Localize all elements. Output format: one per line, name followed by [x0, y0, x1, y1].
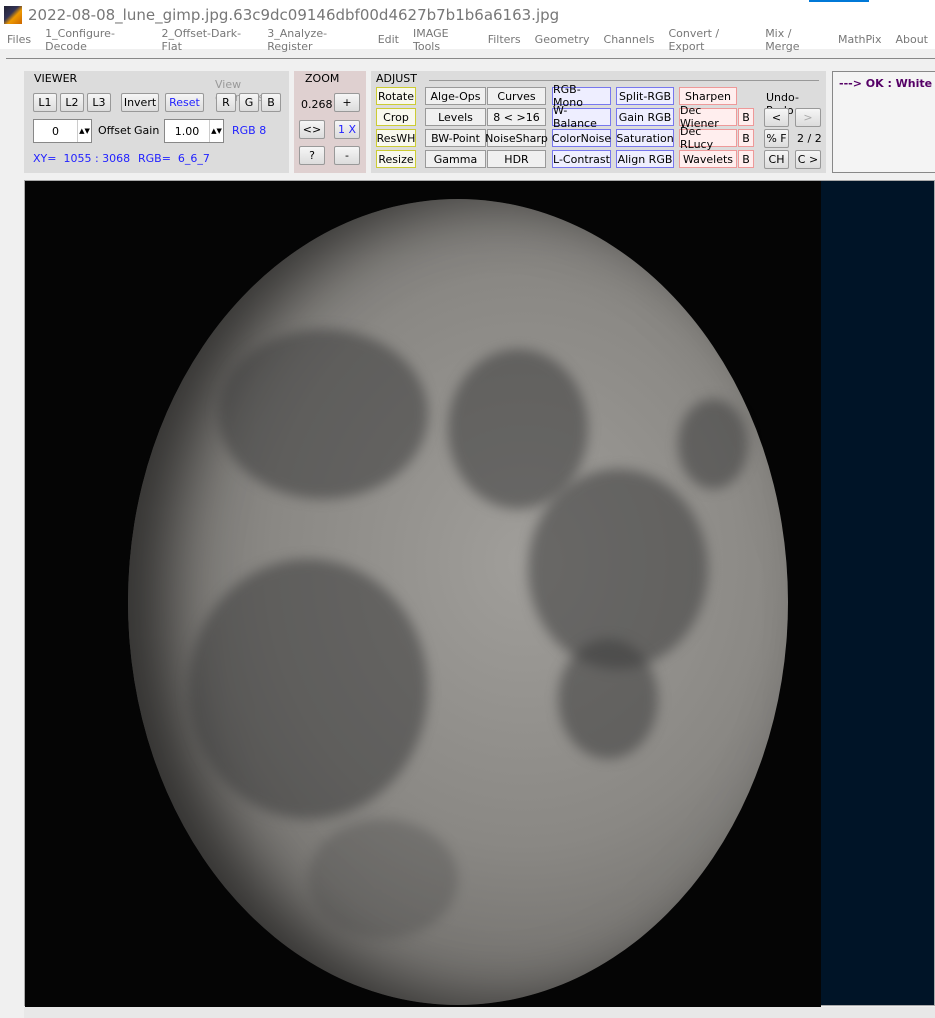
adjust-title: ADJUST	[376, 72, 417, 85]
title-bar: 2022-08-08_lune_gimp.jpg.63c9dc09146dbf0…	[0, 0, 935, 30]
split-rgb-button[interactable]: Split-RGB	[616, 87, 674, 105]
rgb-readout: RGB= 6_6_7	[138, 152, 210, 165]
channel-g-button[interactable]: G	[239, 93, 259, 112]
zoom-help-button[interactable]: ?	[299, 146, 325, 165]
offset-stepper[interactable]: 0 ▲▼	[33, 119, 92, 143]
viewer-title: VIEWER	[34, 72, 78, 85]
8-16-button[interactable]: 8 < >16	[487, 108, 546, 126]
menu-geometry[interactable]: Geometry	[535, 33, 590, 46]
invert-button[interactable]: Invert	[121, 93, 159, 112]
app-icon	[4, 6, 22, 24]
gain-rgb-button[interactable]: Gain RGB	[616, 108, 674, 126]
xy-readout: XY= 1055 : 3068	[33, 152, 131, 165]
gamma-button[interactable]: Gamma	[425, 150, 486, 168]
wiener-b-button[interactable]: B	[738, 108, 754, 126]
w-balance-button[interactable]: W-Balance	[552, 104, 611, 130]
window-title: 2022-08-08_lune_gimp.jpg.63c9dc09146dbf0…	[28, 6, 560, 24]
menu-3-analyze-register[interactable]: 3_Analyze-Register	[267, 27, 363, 53]
gain-value: 1.00	[174, 124, 200, 138]
rotate-button[interactable]: Rotate	[376, 87, 416, 105]
menu-convert-export[interactable]: Convert / Export	[668, 27, 751, 53]
menu-about[interactable]: About	[895, 33, 928, 46]
reset-button[interactable]: Reset	[165, 93, 204, 112]
gain-stepper[interactable]: 1.00 ▲▼	[164, 119, 224, 143]
alge-ops-button[interactable]: Alge-Ops	[425, 87, 486, 105]
menu-filters[interactable]: Filters	[488, 33, 521, 46]
image-canvas[interactable]	[25, 181, 821, 1007]
c-next-button[interactable]: C >	[795, 150, 821, 169]
ch-button[interactable]: CH	[764, 150, 789, 169]
stepper-arrows-icon[interactable]: ▲▼	[209, 120, 223, 142]
undo-counter: 2 / 2	[797, 132, 822, 145]
channel-r-button[interactable]: R	[216, 93, 236, 112]
wavelets-b-button[interactable]: B	[738, 150, 754, 168]
menu-mathpix[interactable]: MathPix	[838, 33, 881, 46]
channel-b-button[interactable]: B	[261, 93, 281, 112]
offset-label: Offset	[98, 124, 132, 137]
l-contrast-button[interactable]: L-Contrast	[552, 150, 611, 168]
menu-files[interactable]: Files	[7, 33, 31, 46]
sharpen-button[interactable]: Sharpen	[679, 87, 737, 105]
divider	[6, 58, 935, 59]
adjust-panel: ADJUST Undo-Redo B B B < > % F 2 / 2 CH …	[371, 71, 826, 173]
menu-channels[interactable]: Channels	[604, 33, 655, 46]
l1-button[interactable]: L1	[33, 93, 57, 112]
zoom-out-button[interactable]: -	[334, 146, 360, 165]
offset-value: 0	[52, 124, 59, 138]
zoom-panel: ZOOM 0.268 + <> 1 X ? -	[294, 71, 366, 173]
levels-button[interactable]: Levels	[425, 108, 486, 126]
moon-image	[128, 199, 788, 1005]
rlucy-b-button[interactable]: B	[738, 129, 754, 147]
zoom-in-button[interactable]: +	[334, 93, 360, 112]
l2-button[interactable]: L2	[60, 93, 84, 112]
menu-2-offset-dark-flat[interactable]: 2_Offset-Dark-Flat	[161, 27, 253, 53]
curves-button[interactable]: Curves	[487, 87, 546, 105]
dec-wiener-button[interactable]: Dec Wiener	[679, 104, 737, 130]
dec-rlucy-button[interactable]: Dec RLucy	[679, 125, 737, 151]
percent-f-button[interactable]: % F	[764, 129, 789, 148]
wavelets-button[interactable]: Wavelets	[679, 150, 737, 168]
zoom-1x-button[interactable]: 1 X	[334, 120, 360, 139]
align-rgb-button[interactable]: Align RGB	[616, 150, 674, 168]
bw-point-button[interactable]: BW-Point	[425, 129, 486, 147]
resize-button[interactable]: Resize	[376, 150, 416, 168]
rgb-mode-label: RGB 8	[232, 124, 267, 137]
menu-1-configure-decode[interactable]: 1_Configure-Decode	[45, 27, 147, 53]
colornoise-button[interactable]: ColorNoise	[552, 129, 611, 147]
stepper-arrows-icon[interactable]: ▲▼	[77, 120, 91, 142]
menu-image-tools[interactable]: IMAGE Tools	[413, 27, 474, 53]
horizontal-scrollbar[interactable]	[24, 1007, 935, 1018]
status-message: ---> OK : White B	[832, 71, 935, 173]
zoom-value: 0.268	[301, 98, 333, 111]
undo-button[interactable]: <	[764, 108, 789, 127]
hdr-button[interactable]: HDR	[487, 150, 546, 168]
redo-button[interactable]: >	[795, 108, 821, 127]
reswh-button[interactable]: ResWH	[376, 129, 416, 147]
window-accent	[809, 0, 869, 2]
viewer-panel: VIEWER View channels L1 L2 L3 Invert Res…	[24, 71, 289, 173]
menu-mix-merge[interactable]: Mix / Merge	[765, 27, 824, 53]
noisesharp-button[interactable]: NoiseSharp	[485, 129, 548, 147]
menu-edit[interactable]: Edit	[378, 33, 399, 46]
crop-button[interactable]: Crop	[376, 108, 416, 126]
zoom-fit-button[interactable]: <>	[299, 120, 325, 139]
zoom-title: ZOOM	[305, 72, 340, 85]
rgb-mono-button[interactable]: RGB-Mono	[552, 83, 611, 109]
image-viewport[interactable]	[24, 180, 935, 1007]
saturation-button[interactable]: Saturation	[616, 129, 674, 147]
divider	[429, 80, 819, 81]
gain-label: Gain	[134, 124, 160, 137]
menu-bar: Files 1_Configure-Decode 2_Offset-Dark-Fla…	[0, 27, 935, 53]
l3-button[interactable]: L3	[87, 93, 111, 112]
